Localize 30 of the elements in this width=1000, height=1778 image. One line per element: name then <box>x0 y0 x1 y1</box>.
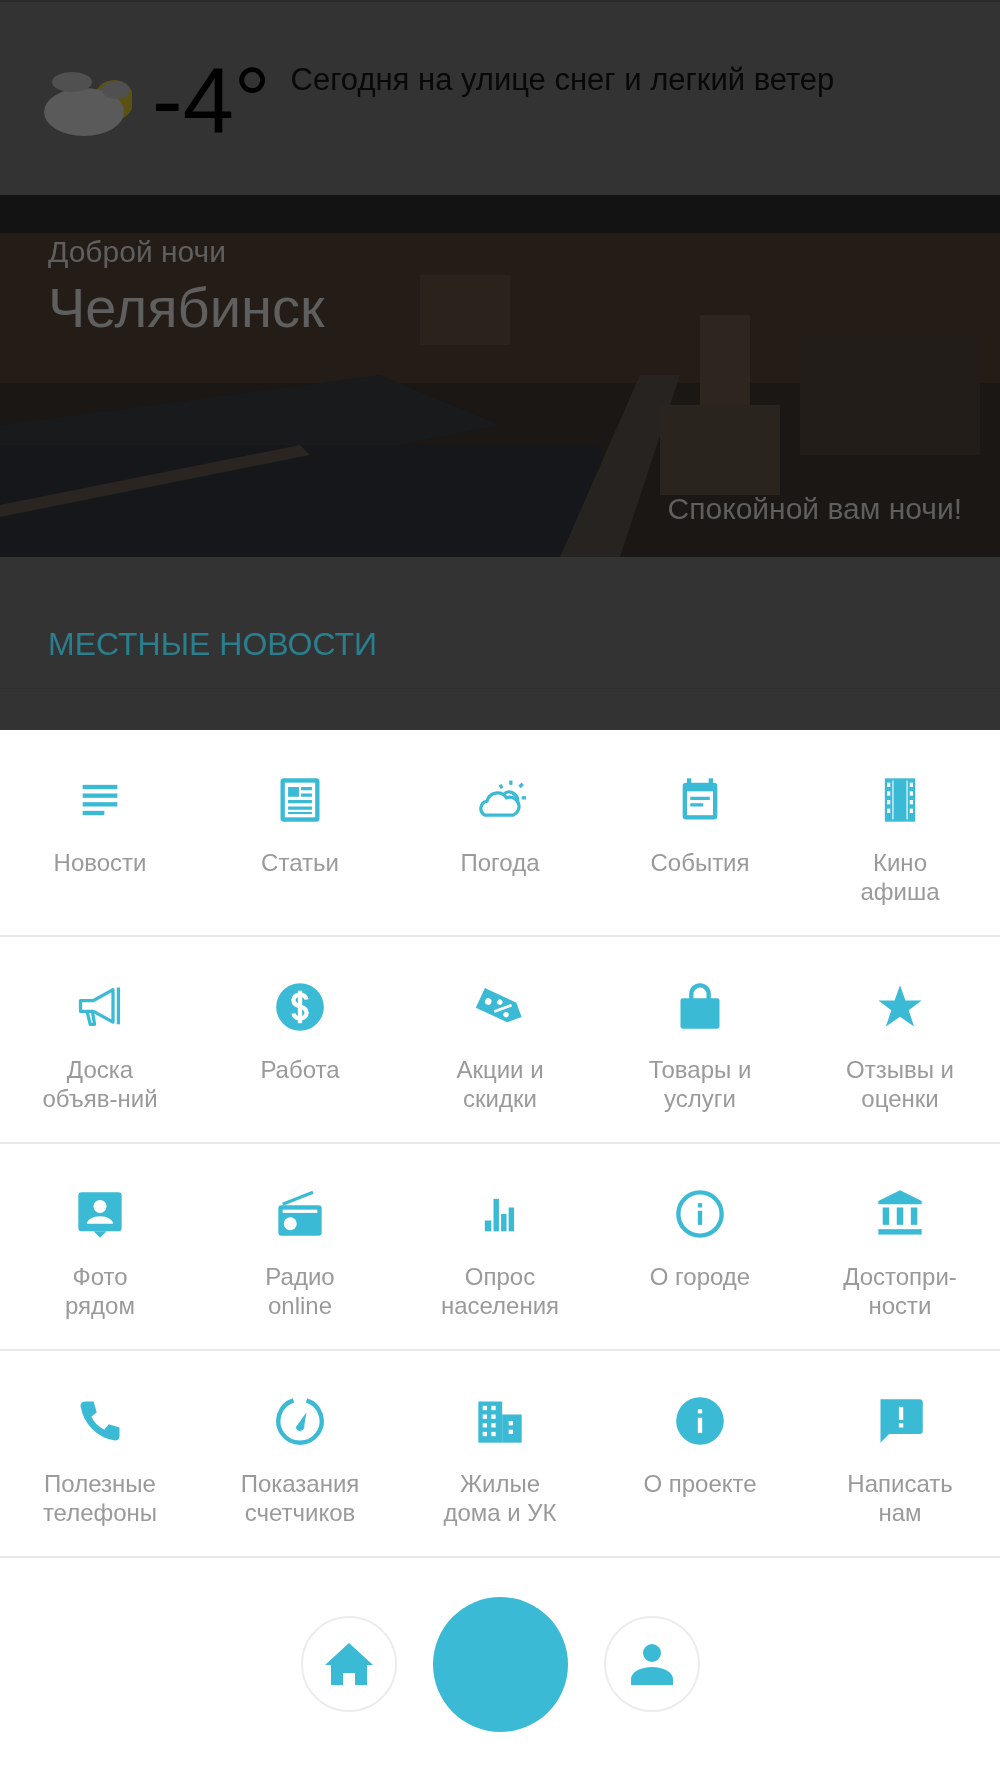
menu-item[interactable]: Доска объяв-ний <box>0 981 200 1113</box>
banner-message: Спокойной вам ночи! <box>667 490 962 527</box>
menu-item[interactable]: Акции и скидки <box>400 981 600 1113</box>
menu-item[interactable]: Отзывы и оценки <box>800 981 1000 1113</box>
menu-item[interactable]: О городе <box>600 1188 800 1291</box>
info-icon <box>674 1395 726 1447</box>
dollar-icon <box>274 981 326 1033</box>
info-outline-icon <box>674 1188 726 1240</box>
menu-item[interactable]: Новости <box>0 774 200 877</box>
city-name: Челябинск <box>48 274 325 341</box>
menu-item[interactable]: Погода <box>400 774 600 877</box>
person-icon <box>630 1643 673 1685</box>
menu-item[interactable]: Жилые дома и УК <box>400 1395 600 1527</box>
menu-item[interactable]: Достопри- ности <box>800 1188 1000 1320</box>
gauge-icon <box>274 1395 326 1447</box>
menu-item[interactable]: Работа <box>200 981 400 1084</box>
home-icon <box>324 1643 373 1685</box>
menu-item[interactable]: Написать нам <box>800 1395 1000 1527</box>
menu-item[interactable]: События <box>600 774 800 877</box>
menu-item[interactable]: Кино афиша <box>800 774 1000 906</box>
section-heading: МЕСТНЫЕ НОВОСТИ <box>48 628 378 660</box>
menu-item[interactable]: Статьи <box>200 774 400 877</box>
menu-item[interactable]: Радио online <box>200 1188 400 1320</box>
menu-item[interactable]: Товары и услуги <box>600 981 800 1113</box>
menu-item[interactable]: Показания счетчиков <box>200 1395 400 1527</box>
menu-item[interactable]: Фото рядом <box>0 1188 200 1320</box>
menu-item[interactable]: О проекте <box>600 1395 800 1498</box>
menu-item[interactable]: Полезные телефоны <box>0 1395 200 1527</box>
greeting: Доброй ночи <box>48 234 226 270</box>
menu-item[interactable]: Опрос населения <box>400 1188 600 1320</box>
